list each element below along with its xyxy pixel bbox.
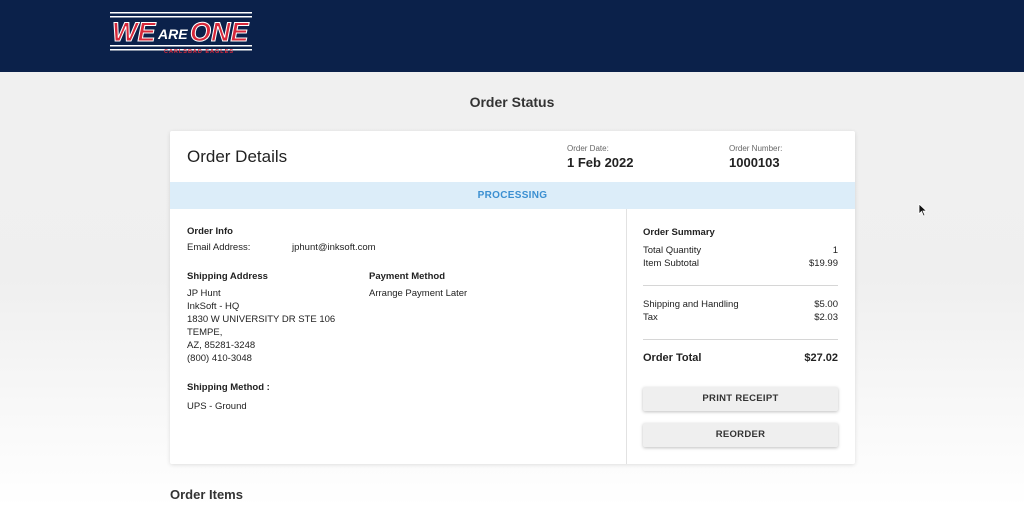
order-total-label: Order Total	[643, 352, 702, 364]
shipping-address-heading: Shipping Address	[187, 271, 268, 282]
svg-text:ONE: ONE	[190, 17, 250, 47]
shipping-handling-row: Shipping and Handling $5.00	[643, 299, 838, 310]
shipping-address-line: 1830 W UNIVERSITY DR STE 106	[187, 314, 336, 325]
tax-value: $2.03	[814, 312, 838, 323]
order-date-label: Order Date:	[567, 144, 609, 153]
shipping-method-value: UPS - Ground	[187, 401, 247, 412]
summary-divider	[643, 339, 838, 340]
column-divider	[626, 209, 627, 464]
payment-method-heading: Payment Method	[369, 271, 446, 282]
order-date-value: 1 Feb 2022	[567, 155, 634, 170]
order-info-heading: Order Info	[187, 226, 233, 237]
we-are-one-logo[interactable]: WE ARE ONE CARLSBAD EAGLES	[110, 9, 252, 55]
item-subtotal-label: Item Subtotal	[643, 258, 699, 269]
shipping-address-line: JP Hunt	[187, 288, 221, 299]
svg-text:WE: WE	[112, 17, 156, 47]
shipping-method-heading: Shipping Method :	[187, 382, 270, 393]
order-number-value: 1000103	[729, 155, 780, 170]
shipping-handling-label: Shipping and Handling	[643, 299, 739, 310]
tax-row: Tax $2.03	[643, 312, 838, 323]
item-subtotal-row: Item Subtotal $19.99	[643, 258, 838, 269]
shipping-address-line: TEMPE,	[187, 327, 223, 338]
email-label: Email Address:	[187, 242, 251, 253]
order-details-title: Order Details	[187, 147, 288, 166]
order-details-card: Order Details Order Date: 1 Feb 2022 Ord…	[170, 131, 855, 464]
total-quantity-row: Total Quantity 1	[643, 245, 838, 256]
order-total-row: Order Total $27.02	[643, 352, 838, 364]
total-quantity-label: Total Quantity	[643, 245, 702, 256]
summary-divider	[643, 285, 838, 286]
shipping-handling-value: $5.00	[814, 299, 838, 310]
shipping-address-line: InkSoft - HQ	[187, 301, 240, 312]
mouse-pointer-icon	[918, 203, 928, 217]
svg-text:ARE: ARE	[157, 26, 188, 42]
reorder-button[interactable]: REORDER	[643, 423, 838, 447]
total-quantity-value: 1	[832, 245, 838, 256]
site-header: WE ARE ONE CARLSBAD EAGLES	[0, 0, 1024, 72]
status-badge: PROCESSING	[170, 182, 855, 209]
order-items-title: Order Items	[170, 487, 243, 502]
order-number-label: Order Number:	[729, 144, 783, 153]
order-summary-heading: Order Summary	[643, 227, 715, 238]
item-subtotal-value: $19.99	[808, 258, 838, 269]
tax-label: Tax	[643, 312, 658, 323]
shipping-address-line: AZ, 85281-3248	[187, 340, 256, 351]
payment-method-value: Arrange Payment Later	[369, 288, 468, 299]
print-receipt-button[interactable]: PRINT RECEIPT	[643, 387, 838, 411]
svg-text:CARLSBAD EAGLES: CARLSBAD EAGLES	[164, 49, 234, 55]
email-value: jphunt@inksoft.com	[292, 242, 376, 253]
order-total-value: $27.02	[804, 352, 838, 364]
page-title: Order Status	[469, 94, 555, 110]
shipping-address-line: (800) 410-3048	[187, 353, 252, 364]
